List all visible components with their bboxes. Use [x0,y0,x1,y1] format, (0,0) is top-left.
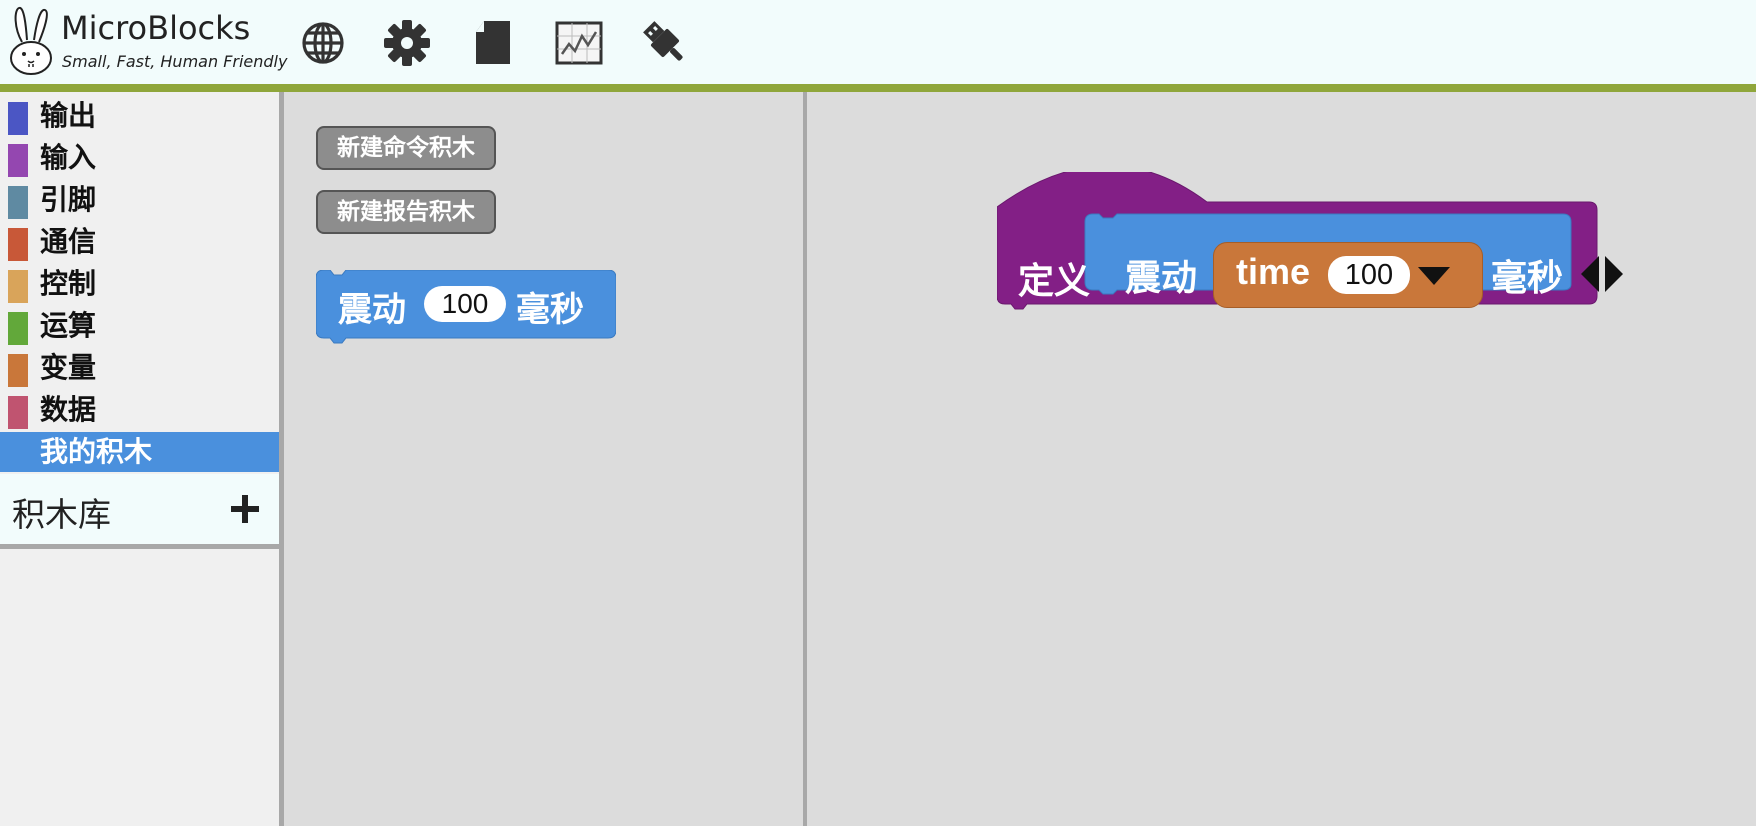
microblocks-bunny-logo[interactable] [8,6,54,76]
parameter-name: time [1236,251,1311,292]
category-color-swatch [8,102,28,135]
block-palette: 新建命令积木 新建报告积木 震动 100 毫秒 [284,92,803,826]
category-input[interactable]: 输入 [0,138,279,178]
category-label: 变量 [40,351,97,384]
library-label: 积木库 [12,495,111,534]
dropdown-triangle-icon[interactable] [1416,265,1452,287]
category-label: 输入 [40,141,97,174]
gear-icon[interactable] [382,18,432,68]
category-operators[interactable]: 运算 [0,306,279,346]
category-color-swatch [8,270,28,303]
parameter-default-input[interactable]: 100 [1328,256,1410,294]
file-icon[interactable] [468,18,518,68]
category-color-swatch [8,144,28,177]
category-color-swatch [8,228,28,261]
category-label: 数据 [40,393,97,426]
category-panel: 输出 输入 引脚 通信 控制 运算 变量 数据 我的积木 积木库 [0,92,279,826]
category-color-swatch [8,354,28,387]
category-label: 我的积木 [40,435,153,468]
duration-input[interactable]: 100 [424,286,506,322]
category-color-swatch [8,312,28,345]
library-row: 积木库 [0,474,279,544]
category-output[interactable]: 输出 [0,96,279,136]
app-tagline: Small, Fast, Human Friendly [62,52,288,71]
top-bar: MicroBlocks Small, Fast, Human Friendly [0,0,1756,84]
category-color-swatch [8,396,28,429]
top-bar-accent-line [0,84,1756,92]
app-name: MicroBlocks [61,9,251,47]
category-label: 通信 [40,225,97,258]
prototype-unit-label: 毫秒 [1491,258,1564,299]
script-area[interactable]: 定义 震动 time 100 毫秒 [807,92,1756,826]
graph-icon[interactable] [554,18,604,68]
category-label: 输出 [40,99,97,132]
vibrate-command-block[interactable]: 震动 100 毫秒 [316,270,616,350]
new-reporter-block-button[interactable]: 新建报告积木 [316,190,496,234]
globe-icon[interactable] [298,18,348,68]
define-label: 定义 [1018,261,1091,302]
category-variables[interactable]: 变量 [0,348,279,388]
category-data[interactable]: 数据 [0,390,279,430]
category-comm[interactable]: 通信 [0,222,279,262]
new-command-block-button[interactable]: 新建命令积木 [316,126,496,170]
library-divider [0,544,279,549]
category-my-blocks[interactable]: 我的积木 [0,432,279,472]
category-label: 引脚 [40,183,97,216]
category-label: 控制 [40,267,97,300]
category-color-swatch [8,438,28,471]
expand-collapse-arrows-icon[interactable] [1577,252,1627,296]
block-label: 震动 [338,290,406,330]
usb-icon[interactable] [640,18,690,68]
parameter-block[interactable]: time 100 [1213,242,1483,308]
plus-icon[interactable] [230,494,260,524]
category-label: 运算 [40,309,97,342]
category-pins[interactable]: 引脚 [0,180,279,220]
prototype-label: 震动 [1125,258,1198,299]
category-control[interactable]: 控制 [0,264,279,304]
block-unit-label: 毫秒 [516,290,584,330]
category-color-swatch [8,186,28,219]
